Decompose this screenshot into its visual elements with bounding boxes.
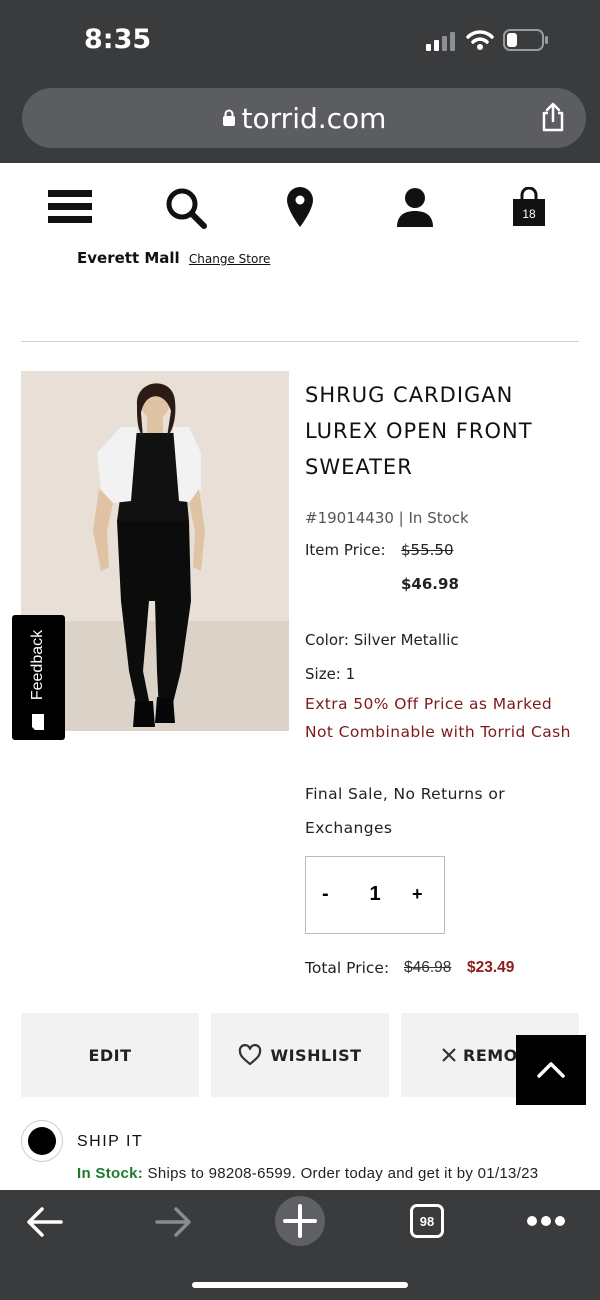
qty-increase-button[interactable]: + [412,884,423,905]
account-icon[interactable] [395,187,435,229]
sku-stock-status: #19014430 | In Stock [305,509,469,527]
cart-count: 18 [522,207,536,221]
product-color: Color: Silver Metallic [305,631,459,649]
total-price-sale: $23.49 [467,959,515,976]
qty-decrease-button[interactable]: - [322,883,329,906]
edit-label: EDIT [88,1045,132,1065]
feedback-icon [32,714,44,730]
tab-count: 98 [419,1213,435,1229]
shipping-info: In Stock: Ships to 98208-6599. Order tod… [77,1164,577,1184]
ship-it-label: SHIP IT [77,1133,144,1150]
ship-it-radio[interactable] [21,1120,63,1162]
new-tab-icon[interactable] [274,1195,326,1247]
web-page: 18 Everett Mall Change Store SHRUG CARDI… [0,163,600,1190]
promo-message: Extra 50% Off Price as Marked Not Combin… [305,695,571,741]
close-icon [442,1048,456,1062]
wishlist-button[interactable]: WISHLIST [211,1013,389,1097]
wifi-icon [466,30,494,50]
total-price-original: $46.98 [404,959,452,976]
store-locator-icon[interactable] [285,185,315,229]
cart-button[interactable]: 18 [511,186,547,227]
status-bar: 8:35 [0,0,600,80]
status-time: 8:35 [84,24,152,55]
item-price-sale: $46.98 [401,575,459,593]
store-info: Everett Mall Change Store [77,249,270,267]
battery-icon [503,29,548,51]
shipping-instock: In Stock: [77,1165,144,1182]
home-indicator [192,1282,408,1288]
chevron-up-icon [537,1062,565,1078]
heart-icon [239,1044,262,1066]
share-icon[interactable] [540,102,566,132]
quantity-stepper: - 1 + [305,856,445,934]
back-arrow-icon[interactable] [26,1206,64,1238]
more-menu-icon[interactable] [525,1214,567,1228]
qty-value[interactable]: 1 [366,883,384,906]
final-sale-notice: Final Sale, No Returns or Exchanges [305,785,505,837]
feedback-tab[interactable]: Feedback [12,615,65,740]
menu-icon[interactable] [48,188,92,226]
edit-button[interactable]: EDIT [21,1013,199,1097]
lock-icon [222,109,235,126]
signal-icon [426,32,455,51]
shipping-details: Ships to 98208-6599. Order today and get… [147,1165,539,1182]
wishlist-label: WISHLIST [270,1045,362,1065]
total-price-label: Total Price: [305,959,390,977]
scroll-to-top-button[interactable] [516,1035,586,1105]
address-bar[interactable]: torrid.com [22,88,586,148]
search-icon[interactable] [164,186,208,230]
feedback-label: Feedback [29,629,46,701]
url-text: torrid.com [241,101,387,135]
item-price-original: $55.50 [401,541,454,559]
change-store-link[interactable]: Change Store [189,252,270,266]
divider [21,341,579,342]
product-size: Size: 1 [305,665,356,683]
store-name: Everett Mall [77,249,180,267]
product-title[interactable]: SHRUG CARDIGAN LUREX OPEN FRONT SWEATER [305,377,585,485]
forward-arrow-icon[interactable] [154,1206,192,1238]
item-price-label: Item Price: [305,541,386,559]
tabs-button[interactable]: 98 [410,1204,444,1238]
